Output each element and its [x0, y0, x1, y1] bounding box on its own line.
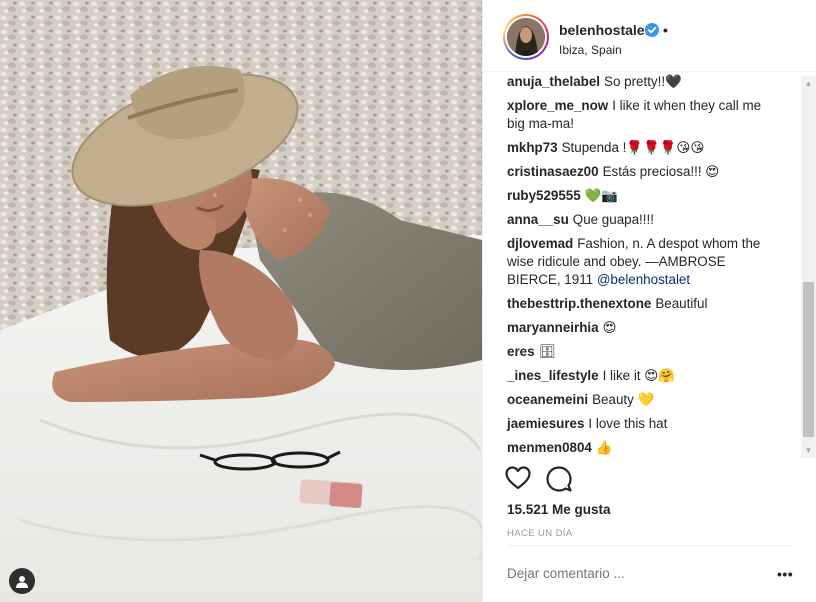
comment-item: thebesttrip.thenextone Beautiful [507, 295, 782, 313]
header-separator: • [663, 22, 668, 38]
comment-text: Que guapa!!!! [572, 212, 654, 227]
comment-mention-link[interactable]: @belenhostalet [597, 272, 690, 287]
comment-item: jaemiesures I love this hat [507, 415, 782, 433]
comment-username[interactable]: eres [507, 344, 535, 359]
verified-badge-icon [645, 23, 659, 37]
avatar[interactable] [503, 14, 549, 60]
post-photo[interactable] [0, 0, 482, 602]
comment-bubble-icon[interactable] [546, 466, 572, 492]
comment-text: Beautiful [655, 296, 708, 311]
comment-text: Beauty 💛 [592, 392, 655, 407]
comment-item: cristinasaez00 Estás preciosa!!! 😍 [507, 163, 782, 181]
scrollbar-thumb[interactable] [803, 282, 814, 437]
comment-text: Stupenda !🌹🌹🌹😘😘 [561, 140, 705, 155]
comment-text: So pretty!!🖤 [604, 74, 682, 89]
comment-item: anna__su Que guapa!!!! [507, 211, 782, 229]
post-header: belenhostalet • Ibiza, Spain [483, 0, 816, 72]
avatar-image [507, 18, 545, 56]
post-image [0, 0, 482, 602]
comment-item: mkhp73 Stupenda !🌹🌹🌹😘😘 [507, 139, 782, 157]
comment-username[interactable]: cristinasaez00 [507, 164, 599, 179]
comment-text: 🗄 [538, 344, 556, 359]
comment-item: djlovemad Fashion, n. A despot whom the w… [507, 235, 782, 289]
comment-item: anuja_thelabel So pretty!!🖤 [507, 73, 782, 91]
comment-username[interactable]: mkhp73 [507, 140, 558, 155]
comment-text: 👍 [595, 440, 613, 455]
comment-item: xplore_me_now I like it when they call me… [507, 97, 782, 133]
comment-username[interactable]: thebesttrip.thenextone [507, 296, 651, 311]
comment-username[interactable]: oceanemeini [507, 392, 588, 407]
post-timestamp[interactable]: HACE UN DÍA [507, 528, 573, 539]
likes-count[interactable]: 15.521 Me gusta [507, 502, 611, 517]
username-link[interactable]: belenhostalet [559, 22, 649, 38]
comment-username[interactable]: _ines_lifestyle [507, 368, 599, 383]
comment-username[interactable]: anna__su [507, 212, 569, 227]
comment-input[interactable] [507, 566, 757, 581]
comment-item: ruby529555 💚📷 [507, 187, 782, 205]
comment-username[interactable]: djlovemad [507, 236, 573, 251]
comment-text: 💚📷 [584, 188, 619, 203]
comment-list: anuja_thelabel So pretty!!🖤 xplore_me_now… [507, 73, 782, 456]
comment-item: oceanemeini Beauty 💛 [507, 391, 782, 409]
comment-username[interactable]: jaemiesures [507, 416, 584, 431]
location-link[interactable]: Ibiza, Spain [559, 43, 622, 57]
comment-item: eres 🗄 [507, 343, 782, 361]
comments-section: anuja_thelabel So pretty!!🖤 xplore_me_now… [483, 73, 816, 456]
comment-text: I love this hat [588, 416, 668, 431]
comment-username[interactable]: menmen0804 [507, 440, 592, 455]
scroll-up-arrow-icon[interactable]: ▲ [801, 76, 816, 91]
comment-item: maryanneirhia 😍 [507, 319, 782, 337]
divider [507, 545, 793, 546]
comments-scrollbar[interactable]: ▲ ▼ [801, 76, 816, 458]
comment-username[interactable]: maryanneirhia [507, 320, 599, 335]
tagged-people-button[interactable] [9, 568, 35, 594]
like-heart-icon[interactable] [505, 466, 531, 490]
comment-username[interactable]: anuja_thelabel [507, 74, 600, 89]
comment-text: Estás preciosa!!! 😍 [602, 164, 720, 179]
comment-username[interactable]: ruby529555 [507, 188, 581, 203]
more-options-button[interactable]: ••• [777, 566, 793, 582]
user-icon [16, 575, 28, 588]
comment-username[interactable]: xplore_me_now [507, 98, 608, 113]
comment-text: 😍 [602, 320, 617, 335]
comment-item: _ines_lifestyle I like it 😍🤗 [507, 367, 782, 385]
comment-item: menmen0804 👍 [507, 439, 782, 456]
post-sidebar: belenhostalet • Ibiza, Spain anuja_thela… [482, 0, 816, 602]
post-actions [483, 456, 816, 492]
comment-text: I like it 😍🤗 [602, 368, 675, 383]
